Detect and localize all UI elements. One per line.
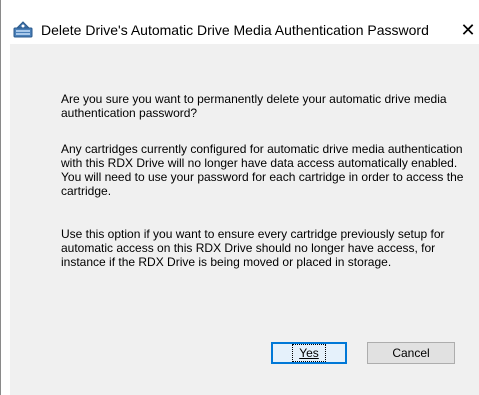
yes-button-label: Yes [292, 344, 326, 362]
dialog-window: Delete Drive's Automatic Drive Media Aut… [0, 0, 479, 395]
consequence-message: Any cartridges currently configured for … [61, 142, 464, 198]
yes-button[interactable]: Yes [271, 342, 347, 364]
confirm-message: Are you sure you want to permanently del… [61, 92, 447, 120]
close-icon[interactable]: ✕ [456, 18, 479, 42]
title-bar[interactable]: Delete Drive's Automatic Drive Media Aut… [1, 0, 479, 44]
cancel-button[interactable]: Cancel [367, 342, 455, 364]
usage-message: Use this option if you want to ensure ev… [61, 227, 445, 269]
dialog-content: Are you sure you want to permanently del… [10, 44, 479, 395]
window-title: Delete Drive's Automatic Drive Media Aut… [41, 22, 429, 38]
rdx-drive-icon [13, 21, 33, 38]
